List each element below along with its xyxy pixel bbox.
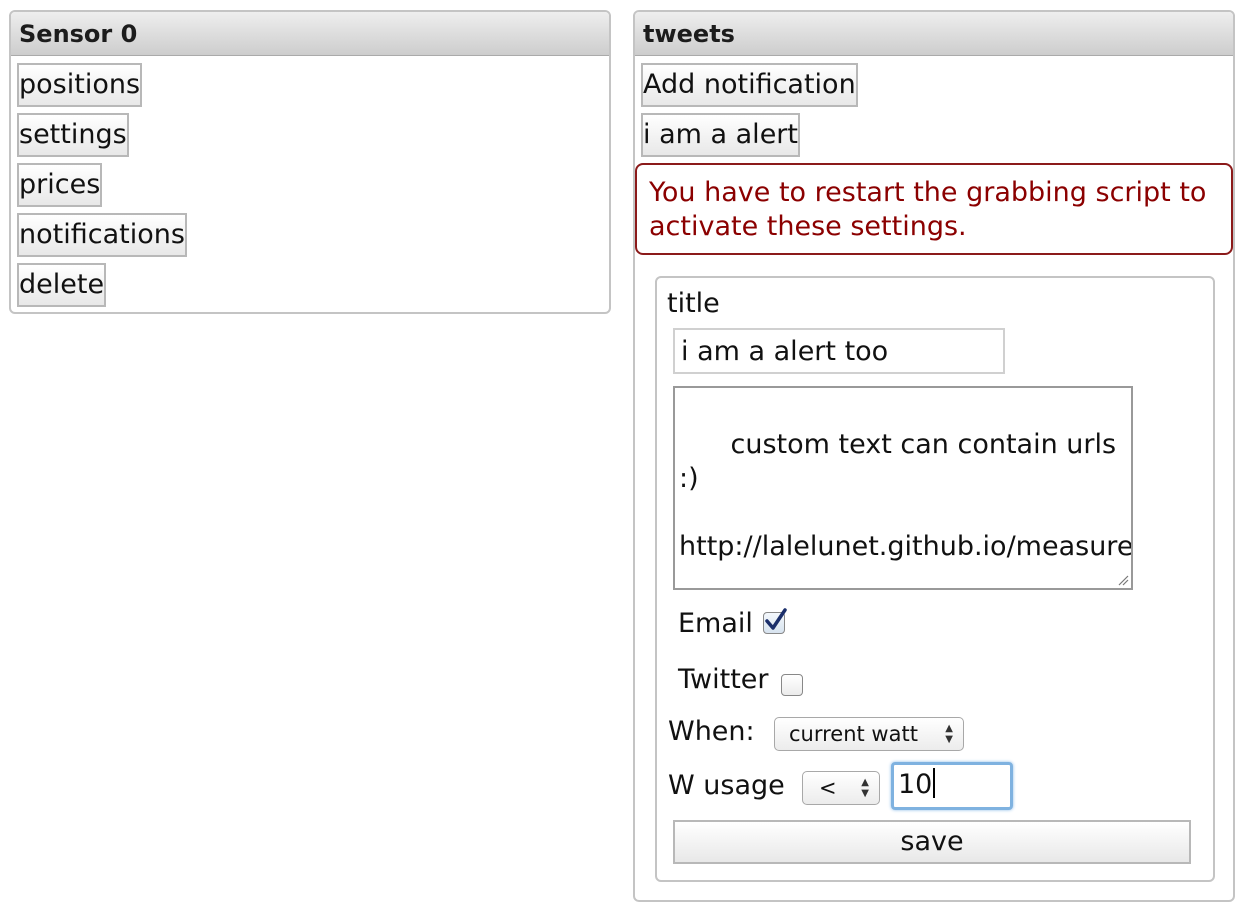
threshold-input[interactable]: 10 bbox=[891, 762, 1013, 810]
tweets-panel-title: tweets bbox=[635, 12, 1233, 56]
threshold-value: 10 bbox=[898, 769, 933, 800]
operator-select-value: < bbox=[819, 776, 837, 800]
updown-arrows-icon: ▲ ▼ bbox=[945, 723, 953, 745]
message-textarea[interactable]: custom text can contain urls :) http://l… bbox=[673, 386, 1133, 590]
title-input[interactable] bbox=[673, 328, 1005, 374]
add-notification-button[interactable]: Add notification bbox=[641, 63, 858, 107]
resize-grip-icon[interactable] bbox=[1117, 574, 1129, 586]
restart-warning: You have to restart the grabbing script … bbox=[635, 163, 1233, 255]
notification-form: title custom text can contain urls :) ht… bbox=[655, 276, 1215, 882]
sensor-menu: positions settings prices notifications … bbox=[17, 63, 599, 313]
operator-select[interactable]: < ▲ ▼ bbox=[802, 771, 880, 805]
when-select[interactable]: current watt ▲ ▼ bbox=[774, 717, 964, 751]
updown-arrows-icon: ▲ ▼ bbox=[861, 777, 869, 799]
sensor-panel-title: Sensor 0 bbox=[11, 12, 609, 56]
title-label: title bbox=[667, 288, 720, 319]
settings-button[interactable]: settings bbox=[17, 113, 129, 157]
twitter-label: Twitter bbox=[678, 664, 769, 695]
email-label: Email bbox=[678, 608, 753, 639]
delete-button[interactable]: delete bbox=[17, 263, 107, 307]
email-checkbox[interactable] bbox=[763, 608, 787, 634]
when-label: When: bbox=[668, 716, 755, 747]
text-caret bbox=[933, 768, 936, 798]
save-button[interactable]: save bbox=[673, 820, 1191, 864]
checkmark-icon bbox=[765, 608, 787, 630]
notifications-menu: Add notification i am a alert bbox=[641, 63, 1223, 163]
sensor-panel: Sensor 0 positions settings prices notif… bbox=[9, 10, 611, 314]
notifications-button[interactable]: notifications bbox=[17, 213, 187, 257]
tweets-panel: tweets Add notification i am a alert You… bbox=[633, 10, 1235, 902]
twitter-checkbox[interactable] bbox=[781, 674, 803, 696]
when-select-value: current watt bbox=[789, 722, 918, 746]
existing-alert-button[interactable]: i am a alert bbox=[641, 113, 800, 157]
usage-label: W usage bbox=[668, 770, 785, 801]
positions-button[interactable]: positions bbox=[17, 63, 143, 107]
message-text: custom text can contain urls :) http://l… bbox=[679, 429, 1133, 562]
prices-button[interactable]: prices bbox=[17, 163, 103, 207]
